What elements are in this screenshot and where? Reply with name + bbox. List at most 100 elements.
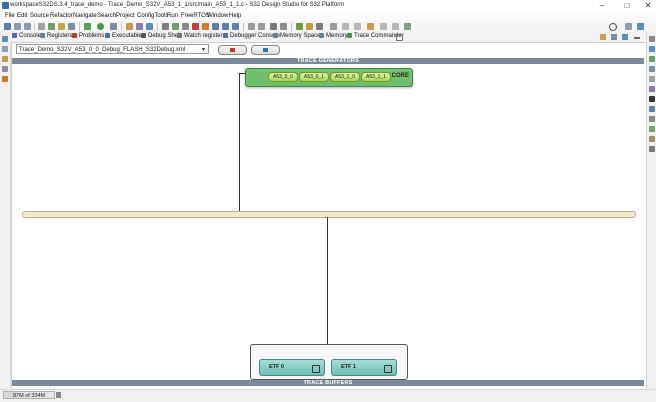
build-icon[interactable] [48,23,55,30]
pin-icon[interactable] [296,23,303,30]
terminate-icon[interactable] [192,23,199,30]
minimize-button[interactable]: – [592,0,612,12]
tab-console[interactable]: Console [12,33,41,39]
components-icon[interactable] [2,56,8,62]
perspective-icon[interactable] [146,23,153,30]
tab-registers[interactable]: Registers [40,33,72,39]
modules-icon[interactable] [649,76,655,82]
menu-source[interactable]: Source [30,13,49,19]
minimize-view-icon[interactable] [634,37,640,39]
disassembly-icon[interactable] [649,86,655,92]
nav-back-icon[interactable] [380,23,387,30]
forward-icon[interactable] [354,23,361,30]
menu-navigate[interactable]: Navigate [73,13,97,19]
menu-run[interactable]: Run [167,13,178,19]
print-icon[interactable] [38,23,45,30]
run-icon[interactable] [97,23,104,30]
new-icon[interactable] [4,23,11,30]
etf-1[interactable]: ETF 1 [331,359,397,376]
step-into-icon[interactable] [212,23,219,30]
last-edit-icon[interactable] [330,23,337,30]
pins-icon[interactable] [2,76,8,82]
step-over-icon[interactable] [222,23,229,30]
maximize-view-icon[interactable] [649,36,655,42]
peripherals-view-icon[interactable] [649,106,655,112]
resume-icon[interactable] [172,23,179,30]
disconnect-trace-button[interactable] [218,45,247,55]
core-a53-0-0[interactable]: A53_0_0 [268,72,298,82]
menu-edit[interactable]: Edit [17,13,27,19]
variables-icon[interactable] [649,46,655,52]
perspective-switch-icon[interactable] [637,23,644,30]
nav-forward-icon[interactable] [392,23,399,30]
toggle-comment-icon[interactable] [280,23,287,30]
registers-view-icon[interactable] [649,136,655,142]
save-all-icon[interactable] [24,23,31,30]
maximize-button[interactable]: □ [617,0,637,12]
core-a53-1-1[interactable]: A53_1_1 [361,72,391,82]
terminal-icon[interactable] [649,96,655,102]
tab-watch-registers[interactable]: Watch registers [177,33,225,39]
memory-view-icon[interactable] [649,116,655,122]
tab-debugger-console[interactable]: Debugger Console [223,33,280,39]
close-tab-icon[interactable] [396,34,403,41]
debug-icon[interactable] [84,23,91,30]
core-a53-1-0[interactable]: A53_1_0 [330,72,360,82]
back-icon[interactable] [342,23,349,30]
suspend-icon[interactable] [182,23,189,30]
open-console-icon[interactable] [622,34,628,40]
menu-refactor[interactable]: Refactor [50,13,73,19]
step-return-icon[interactable] [232,23,239,30]
close-button[interactable]: ✕ [638,0,656,12]
reset-icon[interactable] [258,23,265,30]
bottom-view-tabs: Console Registers Problems Executables D… [10,32,646,42]
menu-window[interactable]: Window [207,13,228,19]
menu-project[interactable]: Project [116,13,135,19]
garbage-collect-icon[interactable] [56,392,61,398]
tab-memory[interactable]: Memory [319,33,348,39]
buffer-settings-icon [312,365,320,373]
skip-breakpoints-icon[interactable] [162,23,169,30]
instruction-step-icon[interactable] [248,23,255,30]
configuration-select[interactable]: Trace_Demo_S32V_A53_0_0_Debug_FLASH_S32D… [16,44,209,54]
clean-icon[interactable] [68,23,75,30]
display-console-icon[interactable] [611,34,617,40]
save-icon[interactable] [14,23,21,30]
menu-freertos[interactable]: FreeRTOS [181,13,210,19]
disconnect-icon[interactable] [202,23,209,30]
search-tool-icon[interactable] [136,23,143,30]
menu-search[interactable]: Search [97,13,116,19]
expressions-icon[interactable] [649,66,655,72]
heap-status[interactable]: 87M of 334M [3,391,55,399]
annotation-icon[interactable] [306,23,313,30]
folder-icon[interactable] [367,23,374,30]
external-tools-icon[interactable] [110,23,117,30]
etf-0-label: ETF 0 [269,364,284,370]
tab-debug-shell[interactable]: Debug Shell [141,33,181,39]
tab-memory-spaces[interactable]: Memory Spaces [273,33,323,39]
etf-0[interactable]: ETF 0 [259,359,325,376]
core-a53-0-1[interactable]: A53_0_1 [299,72,329,82]
open-type-icon[interactable] [126,23,133,30]
peripherals-icon[interactable] [2,66,8,72]
outline-icon[interactable] [2,46,8,52]
status-bar: 87M of 334M [0,389,656,402]
menu-configtools[interactable]: ConfigTools [137,13,168,19]
menu-file[interactable]: File [5,13,15,19]
search-icon[interactable] [609,23,617,31]
breakpoints-icon[interactable] [649,56,655,62]
tab-executables[interactable]: Executables [105,33,145,39]
menu-help[interactable]: Help [229,13,241,19]
build-config-icon[interactable] [58,23,65,30]
next-annotation-icon[interactable] [316,23,323,30]
refresh-trace-button[interactable] [251,45,280,55]
tab-label: Watch registers [184,33,226,39]
toggle-mark-icon[interactable] [270,23,277,30]
console-view-icon[interactable] [649,146,655,152]
pin-console-icon[interactable] [600,34,606,40]
external-icon[interactable] [404,23,411,30]
trace-view-icon[interactable] [649,126,655,132]
tab-problems[interactable]: Problems [72,33,104,39]
open-perspective-icon[interactable] [625,23,632,30]
project-explorer-icon[interactable] [2,36,8,42]
